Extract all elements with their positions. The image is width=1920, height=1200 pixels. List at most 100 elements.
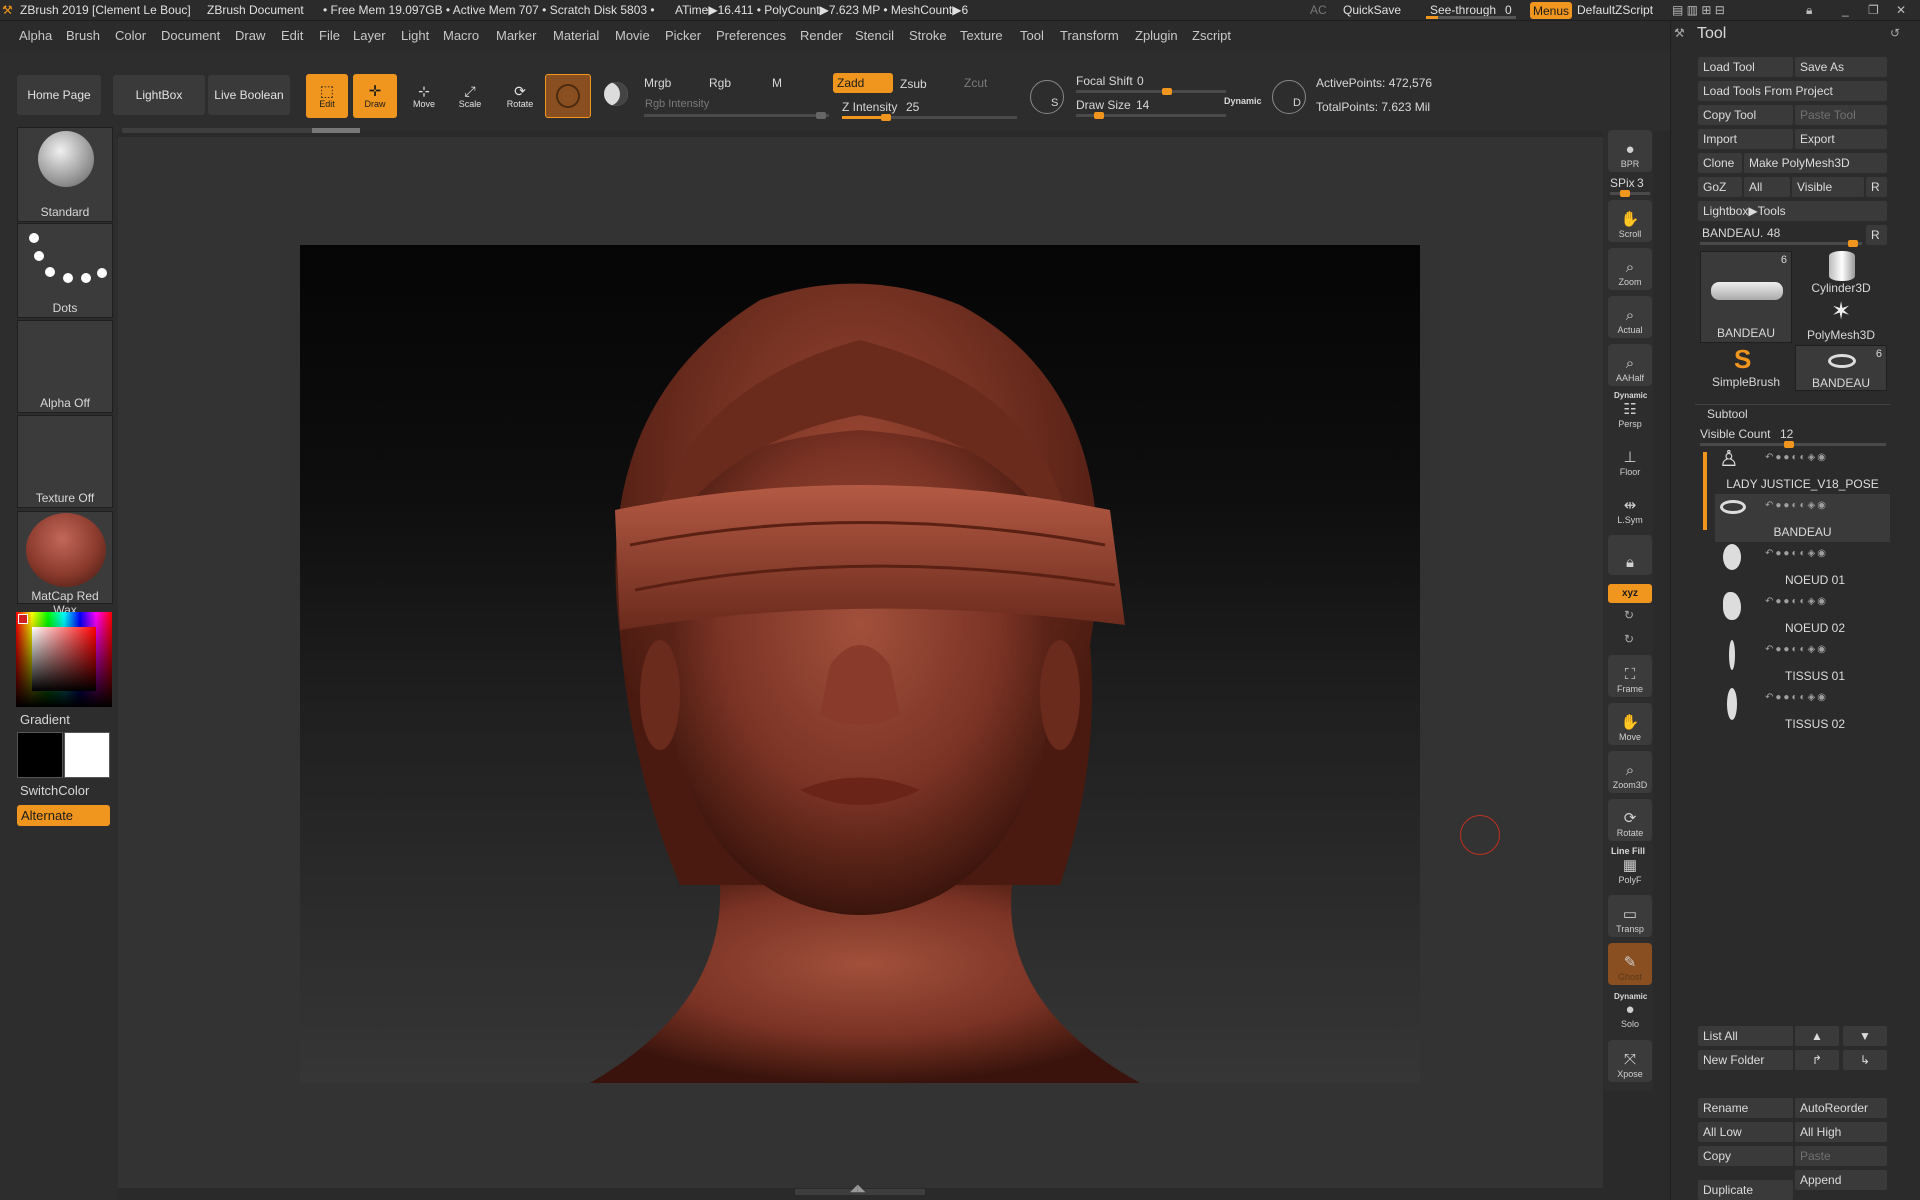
subtool-row-bandeau[interactable]: ↶●●◐◐◈◉ BANDEAU: [1715, 494, 1890, 542]
load-from-project-button[interactable]: Load Tools From Project: [1698, 81, 1887, 101]
subtool-row-lady-justice[interactable]: ♙ ↶●●◐◐◈◉ LADY JUSTICE_V18_POSE: [1715, 446, 1890, 494]
scroll-button[interactable]: ✋ Scroll: [1608, 200, 1652, 242]
menu-document[interactable]: Document: [161, 28, 220, 43]
subtool-controls-icon[interactable]: ↶●●◐◐◈◉: [1765, 452, 1828, 463]
subtool-controls-icon[interactable]: ↶●●◐◐◈◉: [1765, 644, 1828, 655]
menu-transform[interactable]: Transform: [1060, 28, 1119, 43]
draw-size-slider[interactable]: [1076, 112, 1226, 119]
make-polymesh-button[interactable]: Make PolyMesh3D: [1744, 153, 1887, 173]
xpose-button[interactable]: ⤧ Xpose: [1608, 1040, 1652, 1082]
goz-visible-button[interactable]: Visible: [1792, 177, 1864, 197]
canvas-bottom-scrollbar[interactable]: ◢◣: [795, 1183, 925, 1195]
move-down-button[interactable]: ▼: [1843, 1026, 1887, 1046]
menu-tool[interactable]: Tool: [1020, 28, 1044, 43]
visible-count-label[interactable]: Visible Count: [1700, 427, 1771, 441]
folder-out-button[interactable]: ↳: [1843, 1050, 1887, 1070]
menu-material[interactable]: Material: [553, 28, 599, 43]
move-view-button[interactable]: ✋ Move: [1608, 703, 1652, 745]
spix-slider[interactable]: [1610, 190, 1650, 197]
material-thumbnail[interactable]: MatCap Red Wax: [17, 511, 113, 617]
menu-stroke[interactable]: Stroke: [909, 28, 947, 43]
rgb-intensity-slider[interactable]: [644, 112, 829, 119]
current-tool-label[interactable]: BANDEAU.: [1702, 226, 1763, 240]
paste-subtool-button[interactable]: Paste: [1795, 1146, 1887, 1166]
menu-color[interactable]: Color: [115, 28, 146, 43]
menu-preferences[interactable]: Preferences: [716, 28, 786, 43]
list-all-button[interactable]: List All: [1698, 1026, 1793, 1046]
move-up-button[interactable]: ▲: [1795, 1026, 1839, 1046]
lock-icon[interactable]: 🔒︎: [1806, 3, 1812, 18]
subtool-row-tissus-02[interactable]: ↶●●◐◐◈◉ TISSUS 02: [1715, 686, 1890, 734]
z-intensity-slider[interactable]: [842, 114, 1017, 121]
focal-shift-slider[interactable]: [1076, 88, 1226, 95]
alternate-button[interactable]: Alternate: [17, 805, 110, 826]
menus-button[interactable]: Menus: [1530, 2, 1572, 19]
spix-label[interactable]: SPix: [1610, 176, 1635, 190]
goz-all-button[interactable]: All: [1744, 177, 1790, 197]
load-tool-button[interactable]: Load Tool: [1698, 57, 1793, 77]
live-boolean-button[interactable]: Live Boolean: [208, 75, 290, 115]
tool-panel-title[interactable]: Tool: [1697, 25, 1726, 43]
subtool-controls-icon[interactable]: ↶●●◐◐◈◉: [1765, 596, 1828, 607]
m-button[interactable]: M: [772, 76, 782, 90]
material-swatch-button[interactable]: [545, 74, 591, 118]
home-page-button[interactable]: Home Page: [17, 75, 101, 115]
panel-collapse-icon[interactable]: ↺: [1890, 26, 1900, 40]
minimize-icon[interactable]: _: [1842, 3, 1849, 17]
append-button[interactable]: Append: [1795, 1170, 1887, 1190]
tool-r-button[interactable]: R: [1866, 225, 1887, 245]
layout-icon[interactable]: ▤ ▥ ⊞ ⊟: [1672, 3, 1725, 17]
menu-texture[interactable]: Texture: [960, 28, 1003, 43]
menu-light[interactable]: Light: [401, 28, 429, 43]
clone-button[interactable]: Clone: [1698, 153, 1742, 173]
menu-picker[interactable]: Picker: [665, 28, 701, 43]
zoom3d-button[interactable]: ⌕ Zoom3D: [1608, 751, 1652, 793]
lsym-button[interactable]: ⇹ L.Sym: [1608, 488, 1652, 528]
color-sphere-icon[interactable]: [598, 76, 634, 112]
quicksave-button[interactable]: QuickSave: [1343, 3, 1401, 17]
tool-thumb-bandeau-2[interactable]: 6 BANDEAU: [1795, 345, 1887, 391]
rotate-view-button[interactable]: ⟳ Rotate: [1608, 799, 1652, 841]
tool-thumb-polymesh3d[interactable]: ✶ PolyMesh3D: [1795, 299, 1887, 343]
subtool-row-tissus-01[interactable]: ↶●●◐◐◈◉ TISSUS 01: [1715, 638, 1890, 686]
menu-zscript[interactable]: Zscript: [1192, 28, 1231, 43]
see-through-label[interactable]: See-through: [1430, 3, 1496, 17]
expand-arrows-icon[interactable]: ◢◣: [850, 1183, 865, 1194]
restore-icon[interactable]: ❐: [1868, 3, 1879, 17]
menu-stencil[interactable]: Stencil: [855, 28, 894, 43]
menu-macro[interactable]: Macro: [443, 28, 479, 43]
color-picker[interactable]: [16, 612, 112, 707]
dynamic-toggle[interactable]: Dynamic: [1224, 96, 1262, 106]
menu-draw[interactable]: Draw: [235, 28, 265, 43]
texture-thumbnail[interactable]: Texture Off: [17, 415, 113, 508]
d-button[interactable]: D: [1272, 80, 1306, 114]
focal-shift-label[interactable]: Focal Shift: [1076, 74, 1133, 88]
persp-button[interactable]: ☷ Persp: [1608, 400, 1652, 432]
color-saturation-square[interactable]: [32, 627, 96, 691]
subtool-header[interactable]: Subtool: [1707, 407, 1748, 421]
subtool-row-noeud-02[interactable]: ↶●●◐◐◈◉ NOEUD 02: [1715, 590, 1890, 638]
3d-viewport[interactable]: [300, 245, 1420, 1083]
polyf-button[interactable]: ▦ PolyF: [1608, 848, 1652, 888]
menu-marker[interactable]: Marker: [496, 28, 536, 43]
rename-button[interactable]: Rename: [1698, 1098, 1793, 1118]
menu-edit[interactable]: Edit: [281, 28, 303, 43]
menu-brush[interactable]: Brush: [66, 28, 100, 43]
menu-layer[interactable]: Layer: [353, 28, 386, 43]
see-through-slider[interactable]: [1426, 16, 1516, 19]
subtool-row-noeud-01[interactable]: ↶●●◐◐◈◉ NOEUD 01: [1715, 542, 1890, 590]
gradient-label[interactable]: Gradient: [20, 712, 70, 727]
menu-file[interactable]: File: [319, 28, 340, 43]
transp-button[interactable]: ▭ Transp: [1608, 895, 1652, 937]
default-zscript-button[interactable]: DefaultZScript: [1577, 3, 1653, 17]
new-folder-button[interactable]: New Folder: [1698, 1050, 1793, 1070]
tool-thumb-cylinder3d[interactable]: Cylinder3D: [1795, 251, 1887, 295]
canvas-top-scrollbar[interactable]: [122, 128, 360, 133]
rotate-z-icon[interactable]: ↻: [1624, 632, 1634, 646]
menu-zplugin[interactable]: Zplugin: [1135, 28, 1178, 43]
zsub-button[interactable]: Zsub: [900, 77, 927, 91]
rgb-intensity-label[interactable]: Rgb Intensity: [645, 98, 709, 110]
copy-subtool-button[interactable]: Copy: [1698, 1146, 1793, 1166]
stroke-thumbnail[interactable]: Dots: [17, 223, 113, 318]
tool-thumb-simplebrush[interactable]: S SimpleBrush: [1700, 345, 1792, 391]
